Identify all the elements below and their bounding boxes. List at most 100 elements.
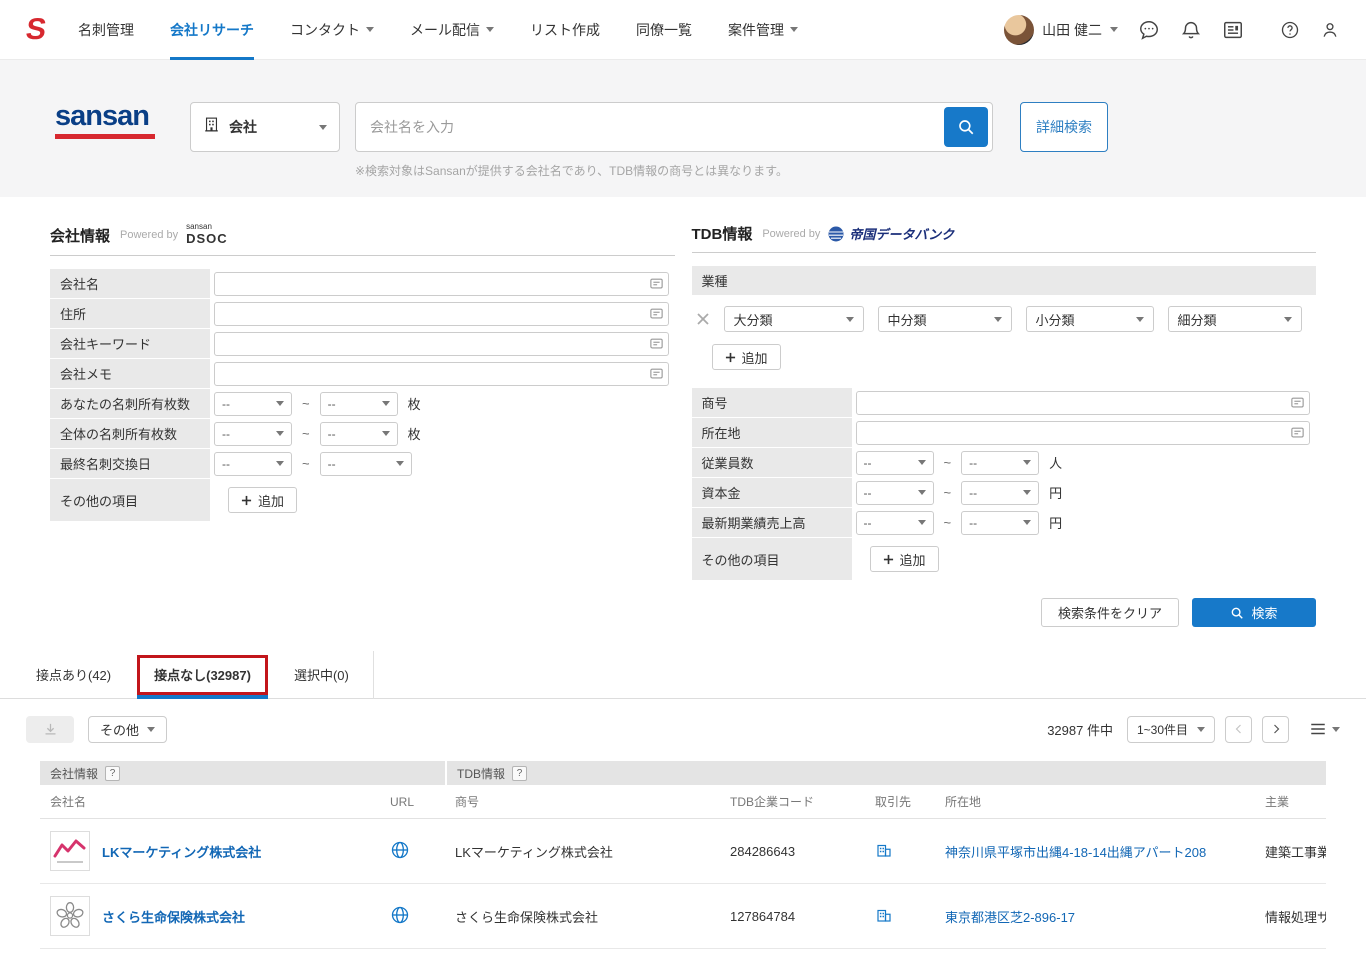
tilde: ~ [943, 455, 952, 470]
location-link[interactable]: 神奈川県平塚市出縄4-18-14出縄アパート208 [945, 845, 1206, 860]
company-name-input[interactable] [214, 271, 669, 296]
page-range-select[interactable]: 1~30件目 [1126, 715, 1215, 743]
download-button[interactable] [26, 715, 74, 743]
input-helper-icon[interactable] [1290, 425, 1305, 440]
range-min-select[interactable]: -- [214, 421, 292, 446]
tab-no-contact[interactable]: 接点なし(32987) [137, 654, 268, 699]
nav-item-deals[interactable]: 案件管理 [728, 0, 799, 60]
tab-selected[interactable]: 選択中(0) [278, 651, 365, 699]
clear-conditions-button[interactable]: 検索条件をクリア [1040, 598, 1179, 627]
field-label: 住所 [50, 299, 210, 328]
website-globe-icon[interactable] [390, 840, 410, 863]
view-options-button[interactable] [1309, 720, 1340, 738]
help-badge-icon[interactable]: ? [512, 765, 528, 781]
unit-label: 円 [1049, 486, 1063, 501]
prev-page-button[interactable] [1225, 715, 1252, 743]
table-group-header: 会社情報 ? TDB情報 ? [40, 761, 1326, 785]
range-min-select[interactable]: -- [855, 450, 934, 475]
trade-name-cell: LKマーケティング株式会社 [455, 844, 613, 860]
field-label: 最終名刺交換日 [50, 449, 210, 478]
range-max-select[interactable]: -- [961, 450, 1040, 475]
unit-label: 円 [1049, 516, 1063, 531]
major-class-select[interactable]: 大分類 [723, 306, 864, 332]
caret-down-icon [1135, 316, 1144, 322]
col-tdb-code: TDB企業コード [730, 795, 815, 809]
sansan-wordmark: sansan [55, 102, 157, 139]
location-input[interactable] [855, 420, 1310, 445]
nav-item-mail[interactable]: メール配信 [410, 0, 495, 60]
add-field-button[interactable]: 追加 [869, 546, 939, 572]
caret-down-icon [1023, 460, 1032, 465]
nav-item-colleagues[interactable]: 同僚一覧 [636, 0, 692, 60]
form-row-address: 住所 [50, 299, 675, 328]
range-min-select[interactable]: -- [214, 451, 292, 476]
account-icon[interactable] [1320, 20, 1340, 40]
news-icon[interactable] [1222, 19, 1244, 41]
range-min-select[interactable]: -- [214, 391, 292, 416]
website-globe-icon[interactable] [390, 905, 410, 928]
field-label: その他の項目 [50, 479, 210, 521]
nav-item-list[interactable]: リスト作成 [530, 0, 600, 60]
col-partner: 取引先 [875, 795, 912, 809]
partner-building-icon[interactable] [875, 906, 893, 927]
field-label: 会社メモ [50, 359, 210, 388]
input-helper-icon[interactable] [649, 276, 664, 291]
minor-class-select[interactable]: 小分類 [1025, 306, 1154, 332]
range-max-select[interactable]: -- [319, 451, 412, 476]
help-icon[interactable] [1280, 20, 1300, 40]
add-classification-button[interactable]: 追加 [711, 344, 781, 370]
user-menu[interactable]: 山田 健二 [1004, 14, 1118, 45]
search-button[interactable] [944, 107, 988, 147]
caret-down-icon [993, 316, 1002, 322]
company-name-link[interactable]: さくら生命保険株式会社 [102, 907, 245, 926]
input-helper-icon[interactable] [649, 366, 664, 381]
tab-has-contact[interactable]: 接点あり(42) [20, 651, 127, 699]
range-max-select[interactable]: -- [319, 421, 398, 446]
partner-building-icon[interactable] [875, 841, 893, 862]
input-helper-icon[interactable] [649, 306, 664, 321]
range-max-select[interactable]: -- [961, 510, 1040, 535]
address-input[interactable] [214, 301, 669, 326]
form-row-company-name: 会社名 [50, 269, 675, 298]
company-search-input[interactable] [355, 102, 993, 152]
caret-down-icon [1332, 726, 1340, 732]
help-badge-icon[interactable]: ? [105, 765, 121, 781]
results-toolbar: その他 32987 件中 1~30件目 [0, 707, 1366, 751]
nav-item-cards[interactable]: 名刺管理 [78, 0, 134, 60]
form-search-button[interactable]: 検索 [1192, 598, 1316, 627]
trade-name-input[interactable] [855, 390, 1310, 415]
middle-class-select[interactable]: 中分類 [877, 306, 1012, 332]
nav-label: 名刺管理 [78, 21, 135, 38]
location-link[interactable]: 東京都港区芝2-896-17 [945, 910, 1075, 925]
search-category-select[interactable]: 会社 [190, 102, 340, 152]
nav-item-contact[interactable]: コンタクト [290, 0, 375, 60]
range-min-select[interactable]: -- [855, 480, 934, 505]
advanced-search-button[interactable]: 詳細検索 [1020, 102, 1108, 152]
tdb-logo: 帝国データバンク [828, 224, 954, 243]
caret-down-icon [1283, 316, 1292, 322]
remove-icon[interactable] [696, 312, 710, 326]
range-max-select[interactable]: -- [961, 480, 1040, 505]
chat-icon[interactable] [1138, 19, 1160, 41]
bell-icon[interactable] [1180, 19, 1202, 41]
download-icon [45, 723, 55, 734]
chevron-right-icon [1273, 724, 1279, 734]
input-helper-icon[interactable] [1290, 395, 1305, 410]
caret-down-icon [366, 27, 375, 32]
caret-down-icon [319, 124, 327, 130]
nav-item-company-research[interactable]: 会社リサーチ [170, 0, 254, 60]
col-trade-name: 商号 [455, 795, 480, 809]
add-field-button[interactable]: 追加 [228, 487, 298, 513]
sansan-logo-icon[interactable]: S [24, 13, 49, 47]
memo-input[interactable] [214, 361, 669, 386]
next-page-button[interactable] [1262, 715, 1289, 743]
form-row-capital: 資本金 -- ~ -- 円 [691, 478, 1317, 507]
caret-down-icon [381, 431, 390, 436]
other-actions-button[interactable]: その他 [88, 715, 168, 743]
input-helper-icon[interactable] [649, 336, 664, 351]
keyword-input[interactable] [214, 331, 669, 356]
company-name-link[interactable]: LKマーケティング株式会社 [102, 842, 261, 861]
range-max-select[interactable]: -- [319, 391, 398, 416]
detail-class-select[interactable]: 細分類 [1167, 306, 1302, 332]
range-min-select[interactable]: -- [855, 510, 934, 535]
